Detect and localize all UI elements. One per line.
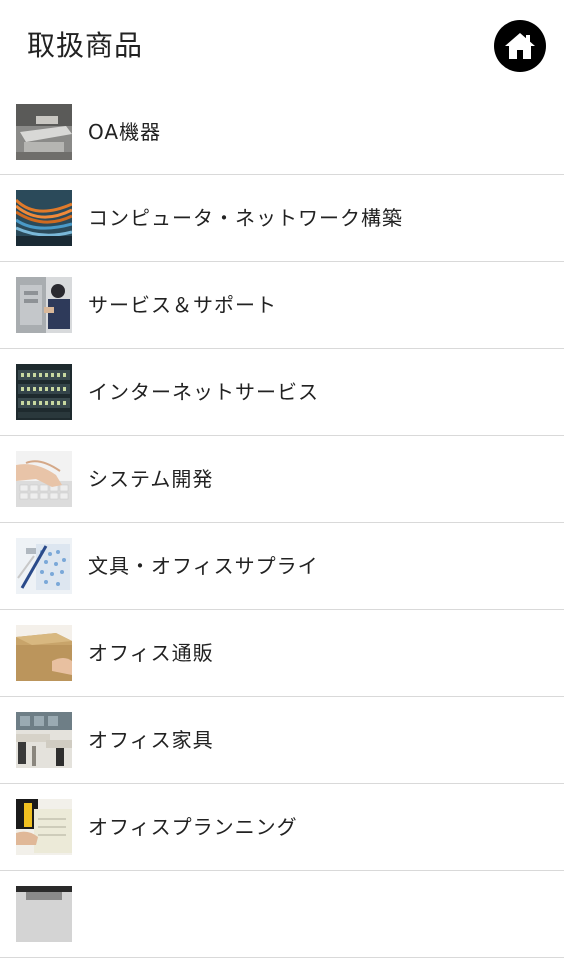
list-item-label: 文具・オフィスサプライ bbox=[88, 554, 319, 578]
page-title: 取扱商品 bbox=[27, 29, 144, 62]
list-item-office-furniture[interactable]: オフィス家具 bbox=[0, 697, 564, 784]
list-item-label: コンピュータ・ネットワーク構築 bbox=[88, 206, 403, 230]
server-rack-photo bbox=[16, 364, 72, 420]
list-item-internet-service[interactable]: インターネットサービス bbox=[0, 349, 564, 436]
list-item-label: インターネットサービス bbox=[88, 380, 319, 404]
list-item-label: OA機器 bbox=[88, 120, 162, 144]
list-item-partial[interactable] bbox=[0, 871, 564, 958]
list-item-label: サービス＆サポート bbox=[88, 293, 277, 317]
technician-photo bbox=[16, 277, 72, 333]
list-item-stationery[interactable]: 文具・オフィスサプライ bbox=[0, 523, 564, 610]
list-item-office-mail-order[interactable]: オフィス通販 bbox=[0, 610, 564, 697]
keyboard-typing-photo bbox=[16, 451, 72, 507]
home-icon bbox=[505, 33, 535, 59]
list-item-network[interactable]: コンピュータ・ネットワーク構築 bbox=[0, 175, 564, 262]
stationery-photo bbox=[16, 538, 72, 594]
header-bar: 取扱商品 bbox=[0, 0, 564, 92]
list-item-service-support[interactable]: サービス＆サポート bbox=[0, 262, 564, 349]
cardboard-box-photo bbox=[16, 625, 72, 681]
list-item-system-development[interactable]: システム開発 bbox=[0, 436, 564, 523]
list-item-label: オフィスプランニング bbox=[88, 815, 298, 839]
copier-photo bbox=[16, 104, 72, 160]
planning-documents-photo bbox=[16, 799, 72, 855]
product-list: OA機器 コンピュータ・ネットワーク構築 サービス＆サポート インターネットサー… bbox=[0, 92, 564, 958]
list-item-label: システム開発 bbox=[88, 467, 214, 491]
partial-photo bbox=[16, 886, 72, 942]
list-item-label: オフィス通販 bbox=[88, 641, 214, 665]
list-item-oa-equipment[interactable]: OA機器 bbox=[0, 92, 564, 175]
list-item-label: オフィス家具 bbox=[88, 728, 214, 752]
list-item-office-planning[interactable]: オフィスプランニング bbox=[0, 784, 564, 871]
network-cables-photo bbox=[16, 190, 72, 246]
office-desks-photo bbox=[16, 712, 72, 768]
home-button[interactable] bbox=[494, 20, 546, 72]
